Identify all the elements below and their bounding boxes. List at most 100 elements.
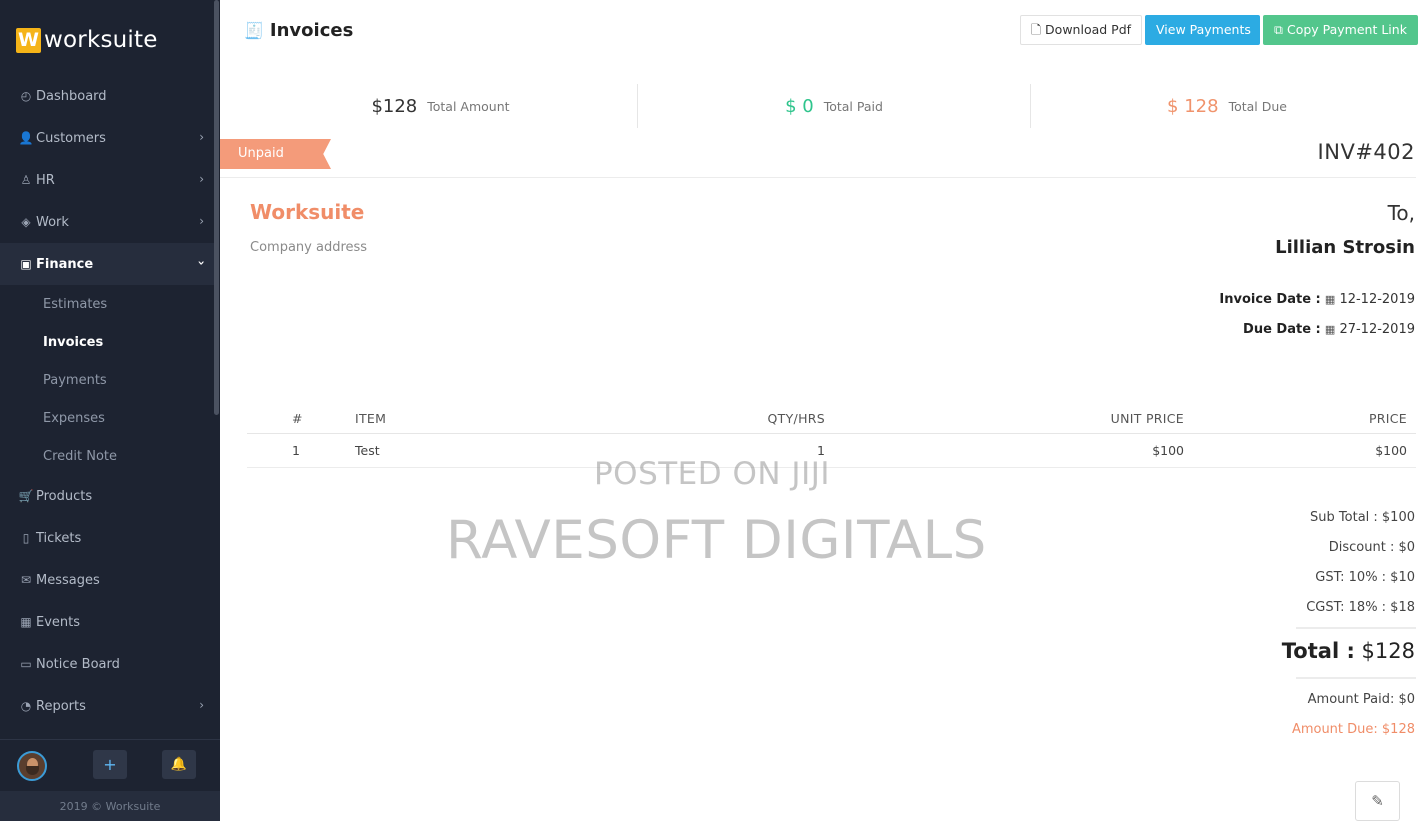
col-header-price: PRICE [1184,404,1416,434]
invoice-date: Invoice Date : ▦ 12-12-2019 [1219,292,1415,307]
chevron-right-icon: › [199,698,204,712]
gst: GST: 10% : $10 [1315,570,1415,585]
download-pdf-label: Download Pdf [1045,22,1132,37]
view-payments-button[interactable]: View Payments [1145,15,1260,45]
cell-price: $100 [1184,433,1416,468]
stat-value: $ 128 [1167,95,1219,117]
invoice-items-table: # ITEM QTY/HRS UNIT PRICE PRICE 1 Test 1… [247,404,1416,468]
envelope-icon: ✉ [20,573,32,587]
totals-divider [1296,627,1416,629]
sidebar-subitem-expenses[interactable]: Expenses [0,399,214,437]
sidebar-item-label: Events [36,614,81,630]
sidebar-item-label: Tickets [36,530,82,546]
chevron-right-icon: › [199,130,204,144]
chevron-right-icon: › [199,172,204,186]
cart-icon: 🛒 [18,489,34,503]
sidebar-item-label: Finance [36,256,94,272]
col-header-item: ITEM [355,404,605,434]
sidebar-item-customers[interactable]: 👤 Customers › [0,117,214,159]
sidebar-subitem-credit-note[interactable]: Credit Note [0,437,214,475]
stat-value: $128 [371,95,418,117]
table-header-row: # ITEM QTY/HRS UNIT PRICE PRICE [247,404,1416,434]
receipt-icon: 🧾 [244,21,264,40]
stat-total-paid: $ 0 Total Paid [637,84,1030,128]
pie-chart-icon: ◔ [20,699,32,713]
sidebar-item-label: Work [36,214,69,230]
sidebar-item-label: Notice Board [36,656,120,672]
sidebar-scrollbar[interactable] [214,0,219,415]
cell-num: 1 [247,433,355,468]
watermark-line2: RAVESOFT DIGITALS [446,510,987,571]
view-payments-label: View Payments [1156,22,1251,37]
sub-total: Sub Total : $100 [1310,510,1415,525]
copy-payment-link-label: Copy Payment Link [1286,22,1407,37]
file-pdf-icon: 🗋 [1031,22,1042,37]
status-badge: Unpaid [220,139,331,169]
stat-value: $ 0 [785,95,814,117]
notifications-bell-button[interactable]: 🔔 [162,750,196,779]
invoice-stats: $128 Total Amount $ 0 Total Paid $ 128 T… [244,84,1425,128]
calendar-icon: ▦ [1324,323,1336,336]
sidebar-item-finance[interactable]: ▣ Finance › [0,243,214,285]
avatar[interactable] [17,751,47,781]
logo-badge: W [16,27,41,53]
sidebar-subitem-invoices[interactable]: Invoices [0,323,214,361]
edit-button[interactable]: ✎ [1355,781,1400,821]
stat-label: Total Due [1228,98,1287,114]
ticket-icon: ▯ [22,531,30,545]
notice-board-icon: ▭ [20,657,32,671]
chevron-right-icon: › [199,214,204,228]
stat-total-amount: $128 Total Amount [244,84,637,128]
cgst: CGST: 18% : $18 [1306,600,1415,615]
to-label: To, [1387,201,1415,225]
dashboard-gauge-icon: ◴ [20,89,32,103]
sidebar-nav: ◴ Dashboard 👤 Customers › ♙ HR › ◈ Work … [0,75,214,727]
sidebar-item-events[interactable]: ▦ Events [0,601,214,643]
download-pdf-button[interactable]: 🗋 Download Pdf [1020,15,1142,45]
sidebar-subitem-payments[interactable]: Payments [0,361,214,399]
copy-icon: ⧉ [1274,22,1283,37]
col-header-num: # [247,404,355,434]
customers-icon: 👤 [18,131,34,145]
user-icon: ♙ [20,173,32,187]
sidebar-item-label: Dashboard [36,88,107,104]
sidebar-item-label: Customers [36,130,106,146]
edit-icon: ✎ [1371,792,1384,810]
stat-total-due: $ 128 Total Due [1030,84,1423,128]
sidebar-item-tickets[interactable]: ▯ Tickets [0,517,214,559]
col-header-qty: QTY/HRS [605,404,825,434]
sidebar-item-notice-board[interactable]: ▭ Notice Board [0,643,214,685]
page-title-text: Invoices [269,20,354,41]
logo-text: worksuite [44,27,158,53]
divider [220,177,1416,178]
invoice-number: INV#402 [1317,140,1415,164]
page-title: 🧾 Invoices [244,20,353,41]
copyright: 2019 © Worksuite [0,791,220,821]
calendar-icon: ▦ [1324,293,1336,306]
stat-label: Total Amount [427,98,510,114]
company-name: Worksuite [250,200,365,224]
invoice-date-value: 12-12-2019 [1339,292,1415,307]
layers-icon: ◈ [21,215,31,229]
sidebar-item-reports[interactable]: ◔ Reports › [0,685,214,727]
calendar-icon: ▦ [20,615,32,629]
due-date-label: Due Date : [1243,322,1321,337]
invoice-date-label: Invoice Date : [1219,292,1321,307]
sidebar: W worksuite ◴ Dashboard 👤 Customers › ♙ … [0,0,220,821]
copy-payment-link-button[interactable]: ⧉ Copy Payment Link [1263,15,1418,45]
amount-paid: Amount Paid: $0 [1307,692,1415,707]
sidebar-item-dashboard[interactable]: ◴ Dashboard [0,75,214,117]
discount: Discount : $0 [1328,540,1415,555]
app-logo[interactable]: W worksuite [16,26,158,54]
stat-label: Total Paid [823,98,883,114]
client-name: Lillian Strosin [1275,237,1415,258]
sidebar-item-label: Reports [36,698,86,714]
sidebar-item-products[interactable]: 🛒 Products [0,475,214,517]
sidebar-item-label: HR [36,172,55,188]
sidebar-item-hr[interactable]: ♙ HR › [0,159,214,201]
sidebar-item-work[interactable]: ◈ Work › [0,201,214,243]
table-row: 1 Test 1 $100 $100 [247,433,1416,468]
add-button[interactable]: + [93,750,127,779]
sidebar-subitem-estimates[interactable]: Estimates [0,285,214,323]
sidebar-item-messages[interactable]: ✉ Messages [0,559,214,601]
